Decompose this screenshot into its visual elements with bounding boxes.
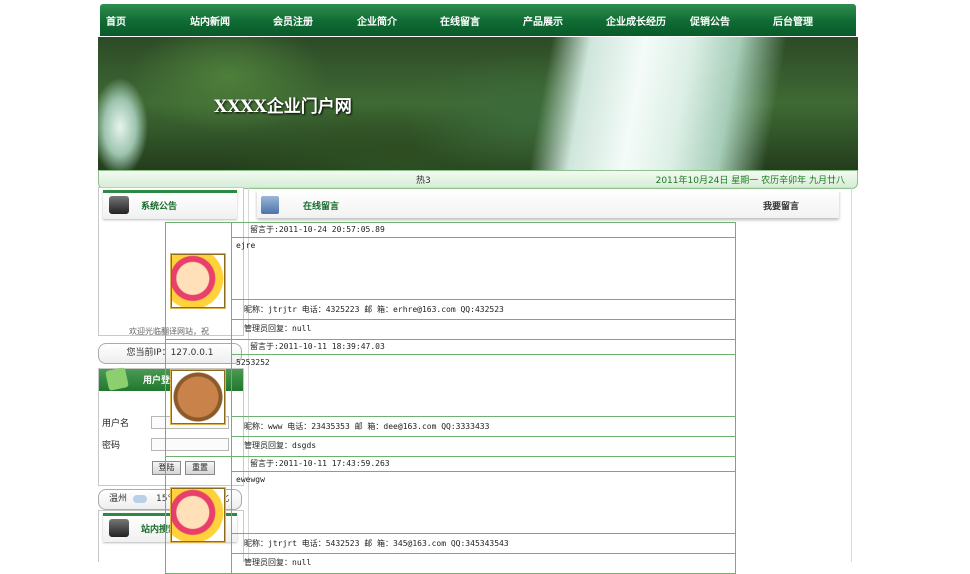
- banner-image: XXXX企业门户网: [98, 37, 858, 170]
- message-time: 留言于:2011-10-11 18:39:47.03: [232, 340, 735, 355]
- current-date: 2011年10月24日 星期一 农历辛卯年 九月廿八: [655, 176, 845, 186]
- admin-reply: 管理员回复：null: [244, 558, 312, 567]
- avatar-cell: [165, 222, 232, 340]
- hot-text: 热3: [416, 176, 431, 186]
- message-body: 留言于:2011-10-11 18:39:47.03 5253252 昵称：ww…: [231, 339, 736, 457]
- avatar: [171, 254, 225, 308]
- avatar-cell: [165, 339, 232, 457]
- nav-admin[interactable]: 后台管理: [773, 13, 813, 28]
- message-info: 昵称：www 电话：23435353 邮 箱：dee@163.com QQ:33…: [232, 416, 735, 437]
- nav-company-intro[interactable]: 企业简介: [357, 13, 397, 28]
- admin-reply: 管理员回复：null: [244, 324, 312, 333]
- message-info: 昵称：jtrjrt 电话：5432523 邮 箱：345@163.com QQ:…: [232, 533, 735, 554]
- speaker-icon: [109, 519, 129, 537]
- nav-growth[interactable]: 企业成长经历: [606, 13, 666, 28]
- message-item: 留言于:2011-10-24 20:57:05.89 ejre 昵称：jtrjt…: [165, 222, 736, 340]
- notice-title: 系统公告: [141, 202, 178, 212]
- message-time: 留言于:2011-10-24 20:57:05.89: [232, 223, 735, 238]
- message-content: ewewgw: [236, 475, 265, 484]
- message-content: ejre: [236, 241, 256, 250]
- notice-header: 系统公告: [103, 190, 237, 219]
- admin-reply: 管理员回复：dsgds: [244, 441, 317, 450]
- main-nav: 首页 站内新闻 会员注册 企业简介 在线留言 产品展示 企业成长经历 促销公告 …: [100, 4, 856, 36]
- note-icon: [261, 196, 279, 214]
- avatar: [171, 370, 225, 424]
- site-title: XXXX企业门户网: [214, 97, 352, 117]
- guestbook-title: 在线留言: [303, 202, 340, 212]
- user-card-icon: [105, 367, 129, 391]
- message-info: 昵称：jtrjtr 电话：4325223 邮 箱：erhre@163.com Q…: [232, 299, 735, 320]
- cloud-icon: [133, 495, 147, 503]
- message-item: 留言于:2011-10-11 18:39:47.03 5253252 昵称：ww…: [165, 339, 736, 457]
- nav-products[interactable]: 产品展示: [523, 13, 563, 28]
- nav-news[interactable]: 站内新闻: [190, 13, 230, 28]
- speaker-icon: [109, 196, 129, 214]
- nav-promotions[interactable]: 促销公告: [690, 13, 730, 28]
- message-body: 留言于:2011-10-11 17:43:59.263 ewewgw 昵称：jt…: [231, 456, 736, 574]
- message-body: 留言于:2011-10-24 20:57:05.89 ejre 昵称：jtrjt…: [231, 222, 736, 340]
- nav-guestbook[interactable]: 在线留言: [440, 13, 480, 28]
- nav-register[interactable]: 会员注册: [273, 13, 313, 28]
- message-content: 5253252: [236, 358, 270, 367]
- message-item: 留言于:2011-10-11 17:43:59.263 ewewgw 昵称：jt…: [165, 456, 736, 574]
- guestbook-header: 在线留言 我要留言: [257, 190, 839, 218]
- avatar-cell: [165, 456, 232, 574]
- password-label: 密码: [102, 441, 121, 451]
- weather-city: 温州: [109, 494, 128, 504]
- message-time: 留言于:2011-10-11 17:43:59.263: [232, 457, 735, 472]
- post-message-link[interactable]: 我要留言: [763, 199, 799, 212]
- username-label: 用户名: [102, 419, 130, 429]
- nav-home[interactable]: 首页: [106, 13, 126, 28]
- avatar: [171, 488, 225, 542]
